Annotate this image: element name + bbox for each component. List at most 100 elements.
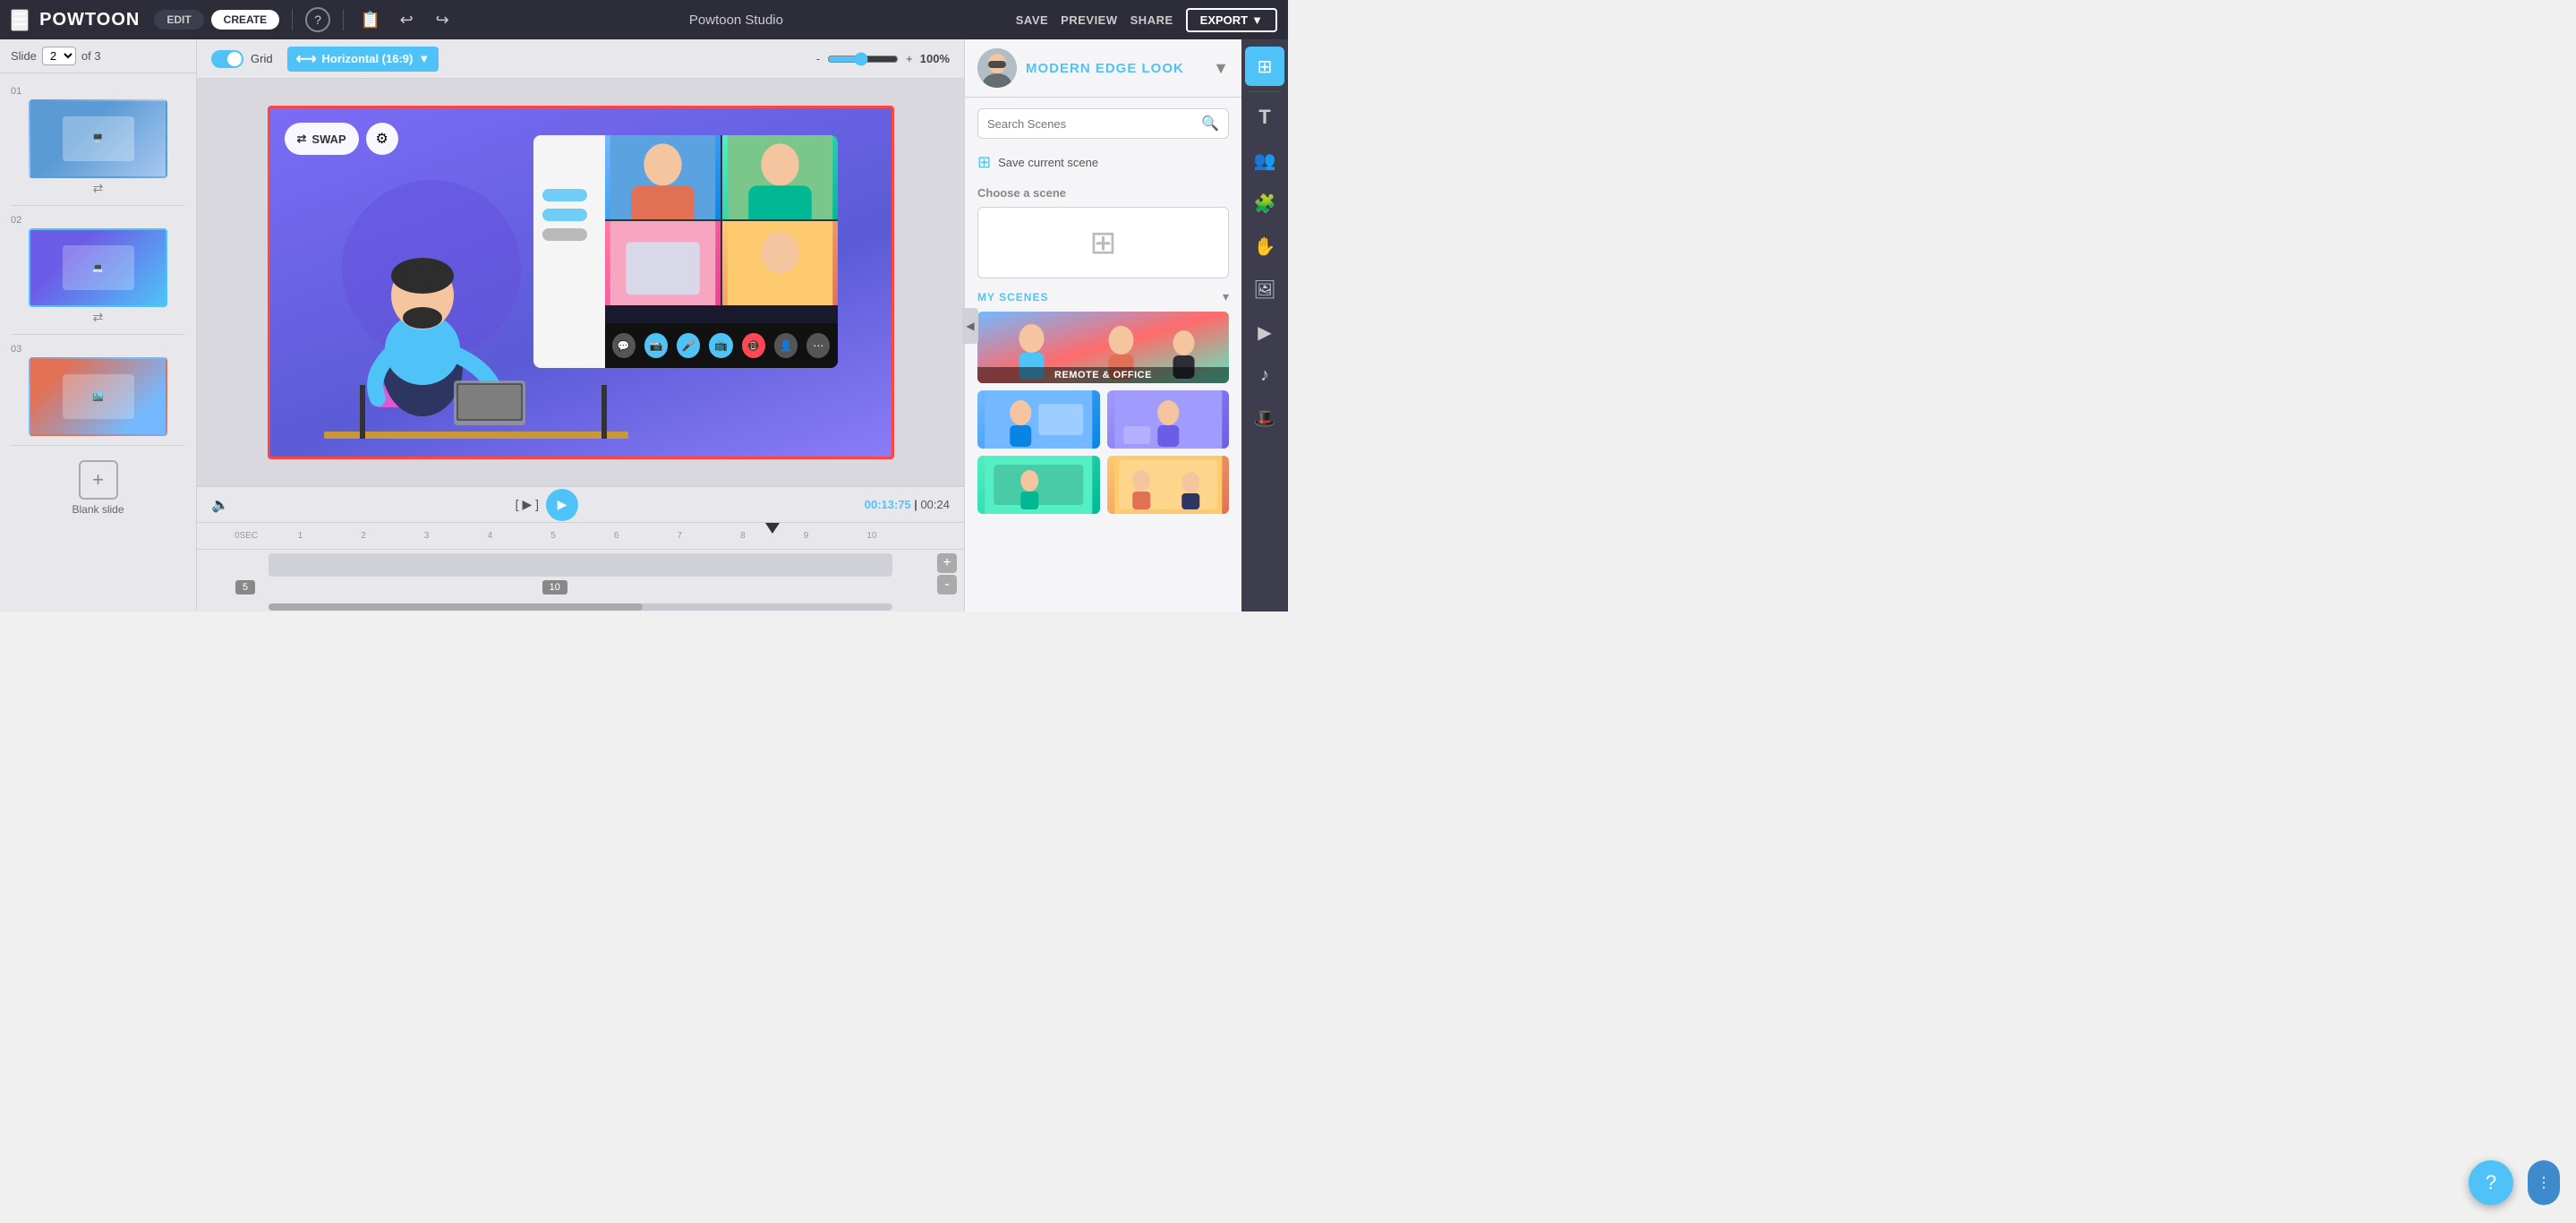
track-add-button[interactable]: + [937,553,957,573]
bracket-play: [ ▶ ] [516,497,539,512]
slide-thumb-1[interactable]: 🖥️ [29,99,167,178]
scenes-toolbar-btn[interactable]: ⊞ [1245,47,1284,86]
divider-1 [292,9,293,30]
slide-thumb-2[interactable]: 💻 [29,228,167,307]
text-toolbar-btn[interactable]: T [1245,98,1284,137]
search-scenes: 🔍 [977,108,1229,139]
menu-icon[interactable]: ☰ [11,9,29,31]
chat-bubble-2 [542,209,587,221]
timeline-ruler: 0SEC 1 2 3 4 5 6 7 8 9 10 [197,523,964,550]
navbar: ☰ POWTOON EDIT CREATE ? 📋 ↩ ↪ Powtoon St… [0,0,1288,39]
timeline-track[interactable] [269,553,892,577]
settings-button[interactable]: ⚙ [366,123,398,155]
time-separator: | [914,498,917,511]
scene-picker[interactable]: ⊞ [977,207,1229,278]
characters-toolbar-btn[interactable]: 👥 [1245,141,1284,180]
slide-item-3[interactable]: 03 🏙️ [0,338,196,441]
scene-thumb-1[interactable] [977,390,1100,449]
video-toolbar-btn[interactable]: ▶ [1245,312,1284,352]
help-menu-dots[interactable]: ⋮ [2528,1160,2560,1205]
swap-button[interactable]: ⇄ SWAP [285,123,359,155]
slide-label: Slide [11,49,37,63]
blank-slide-label: Blank slide [72,503,124,516]
slide-panel-header: Slide 2 1 3 of 3 [0,39,196,73]
effects-toolbar-btn[interactable]: 🎩 [1245,398,1284,438]
zoom-value: 100% [920,52,950,65]
timeline-scroll[interactable] [269,603,892,611]
time-display: 00:13:75 | 00:24 [865,498,950,511]
objects-toolbar-btn[interactable]: 🧩 [1245,184,1284,223]
hand-draw-toolbar-btn[interactable]: ✋ [1245,227,1284,266]
slide-thumb-3[interactable]: 🏙️ [29,357,167,436]
share-button[interactable]: SHARE [1130,13,1173,27]
divider-2 [343,9,344,30]
preview-button[interactable]: PREVIEW [1061,13,1117,27]
create-button[interactable]: CREATE [211,10,279,30]
slide-number-select[interactable]: 2 1 3 [42,47,76,65]
chat-bubble-3 [542,228,587,241]
mark-7: 7 [675,531,738,541]
slide-item-2[interactable]: 02 💻 ⇄ [0,210,196,330]
choose-scene-label: Choose a scene [965,179,1241,203]
toolbar-divider-1 [1249,91,1281,92]
volume-icon[interactable]: 🔈 [211,496,229,514]
slide-total: of 3 [81,49,101,63]
save-scene-icon: ⊞ [977,153,991,172]
grid-toggle-switch[interactable] [211,50,243,68]
scene-thumb-2[interactable] [1107,390,1230,449]
collapse-panel-button[interactable]: ◀ [962,308,978,344]
video-grid [605,135,838,305]
export-button[interactable]: EXPORT ▼ [1186,8,1277,32]
camera-ctrl: 📷 [644,333,668,358]
slide-num-1: 01 [11,86,21,97]
timeline-area: 0SEC 1 2 3 4 5 6 7 8 9 10 + - [197,522,964,612]
play-controls: [ ▶ ] ▶ [516,489,578,521]
undo-icon[interactable]: ↩ [392,5,421,34]
mark-3: 3 [422,531,486,541]
video-cell-3 [605,221,721,305]
scene-main-thumb[interactable]: ✕ REMOTE & OFFICE [977,312,1229,383]
zoom-slider[interactable] [827,52,899,66]
search-scenes-input[interactable] [987,117,1194,131]
audio-toolbar-btn[interactable]: ♪ [1245,355,1284,395]
blank-slide-btn[interactable]: + Blank slide [0,449,196,526]
more-ctrl: ⋯ [806,333,830,358]
media-toolbar-btn[interactable]: 🖼 [1245,269,1284,309]
help-icon-btn[interactable]: ? [305,7,330,32]
scene-thumb-4[interactable] [1107,456,1230,514]
blank-slide-box: + [79,460,118,500]
canvas-frame[interactable]: 💬 📷 🎤 📺 📵 👤 ⋯ ⇄ SWAP [268,106,894,459]
canvas-toolbar: Grid ⟷ Horizontal (16:9) ▼ - + 100% [197,39,964,79]
slide-swap-icon-2: ⇄ [93,310,104,325]
play-button[interactable]: ▶ [546,489,578,521]
right-panel-header: MODERN EDGE LOOK ▼ [965,39,1241,98]
aspect-ratio-button[interactable]: ⟷ Horizontal (16:9) ▼ [287,47,439,72]
redo-icon[interactable]: ↪ [428,5,456,34]
slide-num-3: 03 [11,344,21,355]
help-button[interactable]: ? [2469,1160,2513,1205]
save-button[interactable]: SAVE [1016,13,1048,27]
grid-label: Grid [251,52,273,65]
scene-thumb-3[interactable] [977,456,1100,514]
video-panel-sidebar [533,135,605,368]
notes-icon[interactable]: 📋 [356,5,385,34]
zoom-plus[interactable]: + [906,52,913,65]
video-call-panel: 💬 📷 🎤 📺 📵 👤 ⋯ [533,135,838,368]
app-title: Powtoon Studio [464,13,1009,28]
save-scene-row[interactable]: ⊞ Save current scene [965,146,1241,179]
right-panel: MODERN EDGE LOOK ▼ 🔍 ⊞ Save current scen… [964,39,1241,612]
slide-item[interactable]: 01 🖥️ ⇄ [0,81,196,201]
edit-button[interactable]: EDIT [154,10,203,30]
canvas-area: Grid ⟷ Horizontal (16:9) ▼ - + 100% [197,39,964,612]
my-scenes-header[interactable]: MY SCENES ▾ [965,282,1241,312]
video-cell-2 [722,135,838,219]
panel-dropdown-arrow[interactable]: ▼ [1213,59,1229,78]
grid-toggle: Grid [211,50,273,68]
search-icon: 🔍 [1201,115,1219,133]
mark-0: 0SEC [233,531,296,541]
video-cell-4 [722,221,838,305]
navbar-right: SAVE PREVIEW SHARE EXPORT ▼ [1016,8,1277,32]
scroll-thumb [269,603,643,611]
zoom-minus[interactable]: - [816,52,820,65]
zoom-controls: - + 100% [816,52,950,66]
